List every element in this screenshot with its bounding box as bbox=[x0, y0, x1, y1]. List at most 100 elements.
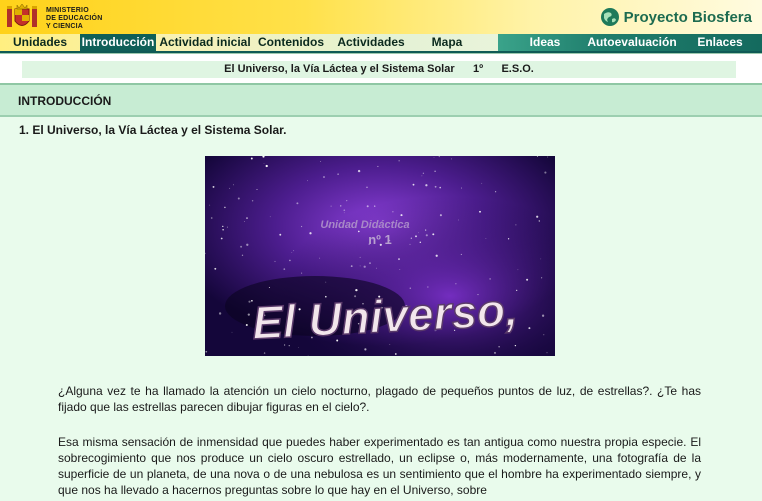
star bbox=[319, 257, 321, 259]
star bbox=[301, 225, 303, 228]
star bbox=[359, 256, 361, 258]
main-menu: Unidades Introducción Actividad inicial … bbox=[0, 34, 762, 53]
star bbox=[330, 205, 332, 207]
star bbox=[376, 267, 377, 269]
star bbox=[224, 206, 226, 209]
star bbox=[507, 238, 510, 240]
star bbox=[418, 232, 419, 234]
star bbox=[298, 346, 299, 348]
star bbox=[291, 252, 293, 253]
star bbox=[307, 180, 308, 182]
star bbox=[544, 171, 547, 174]
star bbox=[343, 209, 346, 212]
image-line-2: nº 1 bbox=[368, 232, 392, 247]
star bbox=[320, 161, 322, 162]
section-header: INTRODUCCIÓN bbox=[0, 85, 762, 117]
star bbox=[340, 205, 342, 207]
star bbox=[494, 351, 496, 354]
star bbox=[434, 185, 437, 188]
star bbox=[222, 225, 224, 228]
star bbox=[422, 172, 425, 174]
star bbox=[400, 214, 403, 217]
star bbox=[323, 176, 325, 178]
star bbox=[398, 160, 400, 162]
menu-actividades[interactable]: Actividades bbox=[333, 34, 409, 51]
star bbox=[377, 165, 379, 167]
proyecto-biosfera-logo[interactable]: Proyecto Biosfera bbox=[600, 6, 752, 28]
star bbox=[438, 156, 440, 158]
star bbox=[265, 164, 268, 168]
menu-unidades[interactable]: Unidades bbox=[4, 34, 76, 51]
star bbox=[218, 312, 222, 315]
star bbox=[263, 163, 265, 164]
menu-introduccion[interactable]: Introducción bbox=[80, 34, 156, 51]
content-area: INTRODUCCIÓN 1. El Universo, la Vía Láct… bbox=[0, 83, 762, 501]
star bbox=[222, 229, 224, 231]
star bbox=[369, 262, 371, 265]
menu-enlaces[interactable]: Enlaces bbox=[690, 34, 750, 51]
star bbox=[233, 184, 235, 186]
star bbox=[541, 277, 543, 279]
ministry-line-2: DE EDUCACIÓN bbox=[46, 15, 103, 22]
menu-contenidos[interactable]: Contenidos bbox=[254, 34, 328, 51]
ministry-name: MINISTERIO DE EDUCACIÓN Y CIENCIA bbox=[46, 7, 102, 31]
star bbox=[214, 267, 217, 270]
page-subtitle: 1. El Universo, la Vía Láctea y el Siste… bbox=[19, 123, 287, 137]
star bbox=[536, 215, 539, 218]
star bbox=[293, 250, 295, 252]
star bbox=[541, 314, 545, 317]
menu-autoevaluacion[interactable]: Autoevaluación bbox=[583, 34, 681, 51]
ministry-line-1: MINISTERIO bbox=[46, 7, 89, 14]
star bbox=[366, 205, 369, 208]
star bbox=[246, 217, 248, 219]
star bbox=[229, 187, 231, 189]
star bbox=[220, 237, 223, 240]
star bbox=[514, 344, 517, 347]
star bbox=[250, 157, 253, 160]
universe-image-svg: Unidad Didáctica nº 1 El Universo, bbox=[205, 156, 555, 356]
star bbox=[263, 352, 266, 354]
menu-actividad-inicial[interactable]: Actividad inicial bbox=[158, 34, 252, 51]
star bbox=[458, 219, 460, 221]
top-banner: MINISTERIO DE EDUCACIÓN Y CIENCIA Proyec… bbox=[0, 0, 762, 34]
star bbox=[439, 214, 442, 217]
star bbox=[296, 202, 299, 205]
star bbox=[433, 157, 435, 158]
star bbox=[432, 233, 435, 236]
star bbox=[528, 327, 531, 330]
star bbox=[461, 187, 462, 189]
menu-ideas[interactable]: Ideas bbox=[516, 34, 574, 51]
star bbox=[455, 283, 457, 285]
star bbox=[212, 185, 215, 188]
subject-title: El Universo, la Vía Láctea y el Sistema … bbox=[224, 63, 455, 75]
coat-of-arms-icon bbox=[7, 3, 37, 27]
menu-mapa[interactable]: Mapa bbox=[420, 34, 474, 51]
star bbox=[366, 186, 368, 189]
star bbox=[307, 355, 309, 356]
star bbox=[439, 186, 441, 189]
star bbox=[412, 183, 415, 186]
star bbox=[540, 258, 542, 260]
star bbox=[269, 216, 271, 218]
star bbox=[435, 254, 438, 257]
star bbox=[460, 253, 462, 255]
star bbox=[283, 268, 286, 270]
star bbox=[425, 229, 427, 231]
star bbox=[421, 175, 423, 177]
star bbox=[346, 199, 348, 202]
intro-paragraph-1: ¿Alguna vez te ha llamado la atención un… bbox=[58, 384, 701, 414]
star bbox=[543, 334, 545, 336]
section-title: INTRODUCCIÓN bbox=[18, 94, 112, 108]
star bbox=[546, 352, 548, 354]
star bbox=[231, 331, 233, 333]
star bbox=[485, 238, 487, 239]
star bbox=[419, 241, 422, 244]
star bbox=[337, 173, 339, 175]
brand-name: Proyecto Biosfera bbox=[623, 8, 752, 26]
star bbox=[498, 346, 500, 348]
star bbox=[392, 211, 394, 213]
ministry-logo[interactable]: MINISTERIO DE EDUCACIÓN Y CIENCIA bbox=[6, 3, 136, 31]
star bbox=[279, 233, 282, 236]
star bbox=[517, 269, 519, 271]
star bbox=[538, 220, 540, 222]
